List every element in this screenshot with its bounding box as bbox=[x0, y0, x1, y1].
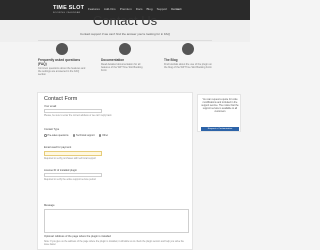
type-label: Pre-sales questions bbox=[47, 134, 69, 137]
message-textarea[interactable] bbox=[44, 209, 189, 233]
page-subtitle: Contact support if we can't find the ans… bbox=[79, 32, 171, 36]
nav-blog[interactable]: Blog bbox=[147, 7, 153, 11]
contact-type-options: Pre-sales questions Technical support Ot… bbox=[44, 134, 108, 137]
request-customization-button[interactable]: Request a Customization bbox=[201, 127, 239, 131]
blog-icon bbox=[182, 43, 194, 55]
type-option-presales[interactable]: Pre-sales questions bbox=[44, 134, 69, 137]
message-label: Message bbox=[44, 204, 55, 207]
customization-note: You can request a quote for code modific… bbox=[201, 98, 239, 114]
card-text: Find tutorials about the use of the plug… bbox=[164, 63, 212, 70]
type-label: Technical support bbox=[76, 134, 95, 137]
card-title: The Blog bbox=[164, 58, 178, 62]
type-option-other[interactable]: Other bbox=[98, 134, 109, 137]
logo-text: TIME SLOT bbox=[53, 5, 85, 11]
payment-email-label: Email used for payment bbox=[44, 146, 72, 149]
form-title: Contact Form bbox=[44, 96, 78, 102]
type-option-technical[interactable]: Technical support bbox=[72, 134, 95, 137]
contact-form: Contact Form Your email Please, be sure … bbox=[37, 92, 193, 250]
divider bbox=[38, 40, 212, 41]
card-title: Documentation bbox=[101, 58, 125, 62]
card-blog[interactable]: The Blog Find tutorials about the use of… bbox=[164, 43, 212, 69]
page-title: Contact Us bbox=[92, 13, 158, 28]
type-label: Other bbox=[102, 134, 109, 137]
radio-icon bbox=[72, 134, 75, 137]
nav-docs[interactable]: Docs bbox=[136, 7, 143, 11]
license-helper: Required to verify the active support se… bbox=[44, 179, 96, 181]
book-icon bbox=[119, 43, 131, 55]
optional-address-helper: Note: If you give us the address of the … bbox=[44, 241, 184, 246]
card-title: Frequently asked questions (FAQ) bbox=[38, 58, 81, 66]
license-label: License ID of installed plugin bbox=[44, 169, 78, 172]
card-documentation[interactable]: Documentation Read detailed documentatio… bbox=[101, 43, 149, 73]
nav-features[interactable]: Features bbox=[88, 7, 100, 11]
optional-address-label: Optional: Address of the page where the … bbox=[44, 235, 111, 238]
nav-addons[interactable]: Add-Ons bbox=[104, 7, 116, 11]
question-icon bbox=[56, 43, 68, 55]
your-email-helper: Please, be sure to enter the correct add… bbox=[44, 115, 112, 117]
card-faq[interactable]: Frequently asked questions (FAQ) Common … bbox=[38, 43, 86, 77]
customization-box: You can request a quote for code modific… bbox=[197, 94, 241, 132]
main-nav: Features Add-Ons Premium Docs Blog Suppo… bbox=[88, 7, 181, 11]
your-email-label: Your email bbox=[44, 105, 57, 108]
nav-premium[interactable]: Premium bbox=[120, 7, 132, 11]
contact-type-label: Contact Type bbox=[44, 128, 60, 131]
card-text: Common questions about the features and … bbox=[38, 67, 86, 77]
your-email-input[interactable] bbox=[44, 109, 102, 113]
radio-icon bbox=[44, 134, 47, 137]
license-input[interactable] bbox=[44, 173, 102, 177]
payment-email-helper: Required to verify purchases with techni… bbox=[44, 158, 96, 160]
nav-contact[interactable]: Contact bbox=[171, 7, 181, 11]
payment-email-input[interactable] bbox=[44, 151, 102, 156]
card-text: Read detailed documentation for all feat… bbox=[101, 63, 143, 73]
nav-support[interactable]: Support bbox=[157, 7, 168, 11]
radio-icon bbox=[98, 134, 102, 137]
